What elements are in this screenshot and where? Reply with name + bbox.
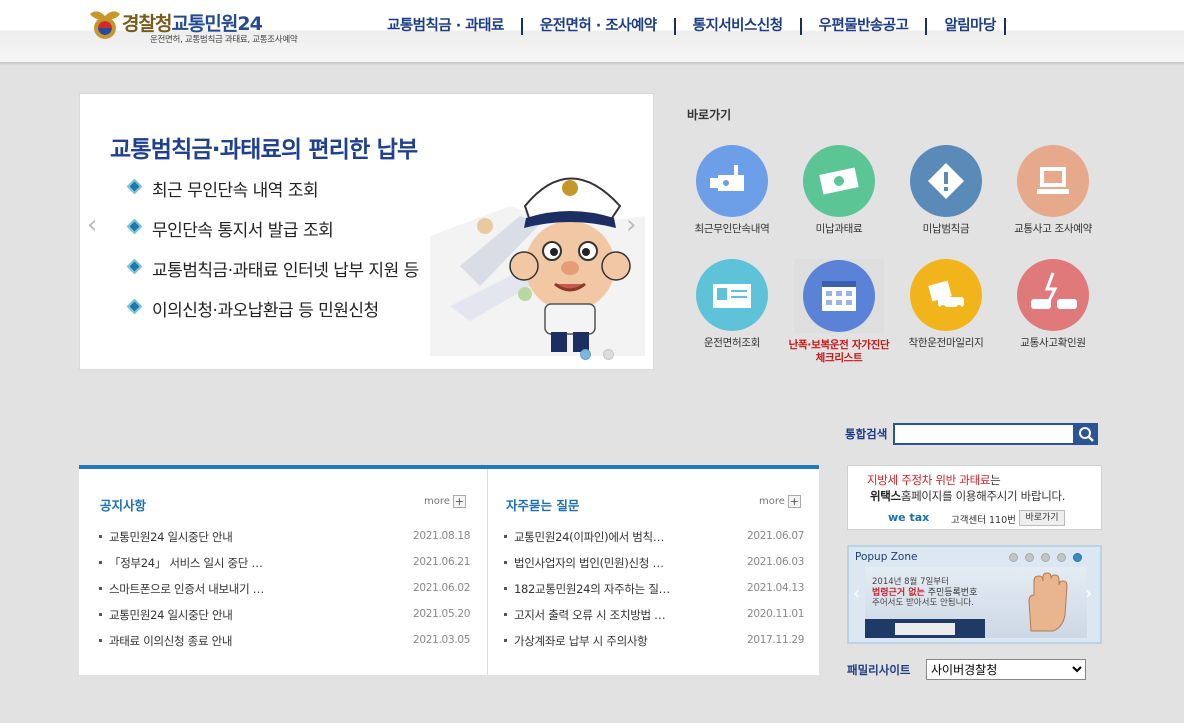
search-input[interactable] (893, 423, 1075, 445)
warning-icon (910, 145, 982, 217)
notice-list: 교통민원24 일시중단 안내 2021.08.18 「정부24」 서비스 일시 중… (99, 529, 470, 659)
nav-license[interactable]: 운전면허 · 조사예약 (523, 18, 676, 35)
search-button[interactable] (1075, 423, 1098, 445)
wetax-banner[interactable]: 지방세 주정차 위반 과태료는 위택스홈페이지를 이용해주시기 바랍니다. we… (847, 465, 1102, 530)
main-nav: 교통범칙금 · 과태료 운전면허 · 조사예약 통지서비스신청 우편물반송공고 … (370, 18, 1006, 35)
car-accident-icon (1017, 259, 1089, 331)
notice-item[interactable]: 스마트폰으로 인증서 내보내기 … 2021.06.02 (99, 581, 470, 607)
banner-pagination (580, 349, 614, 360)
hand-stop-illustration (1028, 572, 1068, 632)
family-site-select[interactable]: 사이버경찰청 (926, 659, 1086, 680)
notice-item[interactable]: 교통민원24 일시중단 안내 2021.05.20 (99, 607, 470, 633)
diamond-bullet-icon (126, 218, 143, 235)
plus-icon: + (787, 495, 801, 508)
search-icon (1079, 427, 1094, 442)
police-emblem-icon (90, 11, 120, 39)
banner-dot[interactable] (580, 349, 591, 360)
quick-links-title: 바로가기 (687, 108, 732, 122)
family-site-label: 패밀리사이트 (847, 663, 911, 677)
notice-title: 공지사항 (100, 498, 147, 513)
banner-next-arrow-icon[interactable]: › (626, 212, 636, 238)
banner-title: 교통범칙금·과태료의 편리한 납부 (110, 137, 418, 163)
banner-prev-arrow-icon[interactable]: ‹ (87, 212, 97, 238)
faq-list: 교통민원24(이파인)에서 범칙… 2021.06.07 법인사업자의 법인(민원… (504, 529, 804, 659)
police-mascot-illustration (430, 177, 645, 356)
site-logo[interactable]: 경찰청교통민원24 운전면허, 교통범칙금 과태료, 교통조사예약 (88, 6, 318, 46)
nav-fines[interactable]: 교통범칙금 · 과태료 (370, 18, 523, 35)
quick-license-lookup[interactable]: 운전면허조회 (677, 259, 787, 350)
quick-reckless-driving-checklist[interactable]: 난폭·보복운전 자가진단 체크리스트 (784, 259, 894, 365)
logo-title: 경찰청교통민원24 (122, 13, 263, 35)
faq-item[interactable]: 법인사업자의 법인(민원)신청 … 2021.06.03 (504, 555, 804, 581)
banner-list-item: 이의신청·과오납환급 등 민원신청 (126, 296, 419, 336)
popup-dot[interactable] (1073, 553, 1082, 562)
computer-icon (1017, 145, 1089, 217)
logo-subtitle: 운전면허, 교통범칙금 과태료, 교통조사예약 (150, 35, 298, 45)
wetax-logo: we tax (888, 511, 930, 524)
plus-icon: + (452, 495, 466, 508)
notice-item[interactable]: 「정부24」 서비스 일시 중단 … 2021.06.21 (99, 555, 470, 581)
banner-dot[interactable] (603, 349, 614, 360)
wetax-line1: 지방세 주정차 위반 과태료는 (867, 473, 1001, 487)
notice-item[interactable]: 과태료 이의신청 종료 안내 2021.03.05 (99, 633, 470, 659)
popup-zone-title: Popup Zone (855, 551, 918, 563)
nav-notice[interactable]: 알림마당 (927, 18, 1006, 35)
quick-recent-enforcement[interactable]: 최근무인단속내역 (677, 145, 787, 236)
banner-list-item: 무인단속 통지서 발급 조회 (126, 216, 419, 256)
popup-dot[interactable] (1041, 553, 1050, 562)
faq-more-button[interactable]: more + (759, 495, 801, 508)
mileage-car-icon (910, 259, 982, 331)
faq-item[interactable]: 교통민원24(이파인)에서 범칙… 2021.06.07 (504, 529, 804, 555)
nav-notification[interactable]: 통지서비스신청 (676, 18, 802, 35)
faq-item[interactable]: 가상계좌로 납부 시 주의사항 2017.11.29 (504, 633, 804, 659)
nav-returned-mail[interactable]: 우편물반송공고 (802, 18, 928, 35)
search-label: 통합검색 (845, 427, 888, 441)
quick-accident-reservation[interactable]: 교통사고 조사예약 (998, 145, 1108, 236)
notice-more-button[interactable]: more + (424, 495, 466, 508)
license-card-icon (696, 259, 768, 331)
faq-title: 자주묻는 질문 (506, 498, 580, 513)
diamond-bullet-icon (126, 298, 143, 315)
notice-section: 공지사항 more + 교통민원24 일시중단 안내 2021.08.18 「정부2… (79, 469, 488, 675)
popup-dot[interactable] (1009, 553, 1018, 562)
quick-accident-certificate[interactable]: 교통사고확인원 (998, 259, 1108, 350)
faq-item[interactable]: 182교통민원24의 자주하는 질… 2021.04.13 (504, 581, 804, 607)
faq-item[interactable]: 고지서 출력 오류 시 조치방법 … 2020.11.01 (504, 607, 804, 633)
popup-prev-arrow-icon[interactable]: ‹ (853, 585, 860, 603)
popup-dot[interactable] (1057, 553, 1066, 562)
faq-section: 자주묻는 질문 more + 교통민원24(이파인)에서 범칙… 2021.06.0… (488, 469, 819, 675)
notice-item[interactable]: 교통민원24 일시중단 안내 2021.08.18 (99, 529, 470, 555)
popup-pagination (1009, 553, 1082, 562)
main-banner: 교통범칙금·과태료의 편리한 납부 최근 무인단속 내역 조회 무인단속 통지서… (79, 93, 654, 370)
board-panel: 공지사항 more + 교통민원24 일시중단 안내 2021.08.18 「정부2… (79, 465, 819, 675)
diamond-bullet-icon (126, 258, 143, 275)
header: 경찰청교통민원24 운전면허, 교통범칙금 과태료, 교통조사예약 교통범칙금 … (0, 0, 1184, 63)
popup-zone: Popup Zone 2014년 8월 7일부터 법령근거 없는 주민등록번호 … (847, 545, 1102, 644)
diamond-bullet-icon (126, 178, 143, 195)
popup-dot[interactable] (1025, 553, 1034, 562)
hand-card-illustration (865, 619, 985, 638)
camera-icon (696, 145, 768, 217)
quick-unpaid-fine[interactable]: 미납과태료 (784, 145, 894, 236)
wetax-line2: 위택스홈페이지를 이용해주시기 바랍니다. (870, 489, 1066, 503)
banner-list-item: 교통범칙금·과태료 인터넷 납부 지원 등 (126, 256, 419, 296)
popup-banner-image[interactable]: 2014년 8월 7일부터 법령근거 없는 주민등록번호 주어서도 받아서도 안… (865, 567, 1087, 638)
banner-list: 최근 무인단속 내역 조회 무인단속 통지서 발급 조회 교통범칙금·과태료 인… (126, 176, 419, 336)
popup-next-arrow-icon[interactable]: › (1085, 585, 1092, 603)
wetax-call-center: 고객센터 110번 (951, 515, 1016, 526)
quick-driving-mileage[interactable]: 착한운전마일리지 (891, 259, 1001, 350)
banner-list-item: 최근 무인단속 내역 조회 (126, 176, 419, 216)
wetax-go-button[interactable]: 바로가기 (1019, 510, 1065, 526)
money-icon (803, 145, 875, 217)
quick-unpaid-penalty[interactable]: 미납범칙금 (891, 145, 1001, 236)
calendar-checklist-icon (794, 259, 884, 333)
